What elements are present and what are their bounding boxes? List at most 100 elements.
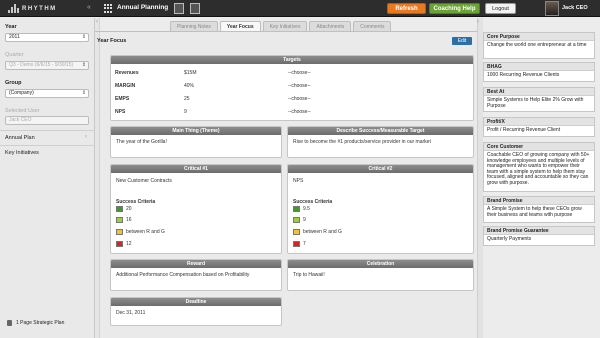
edit-button[interactable]: Edit xyxy=(452,37,472,45)
app-grid-icon[interactable] xyxy=(104,4,113,13)
success-criteria-title: Success Criteria xyxy=(293,199,333,205)
main-thing-header: Main Thing (Theme) xyxy=(111,127,281,135)
target-name: MARGIN xyxy=(115,83,136,89)
quarter-select: Q3 - Demo (6/6/15 - 9/30/15) ⇕ xyxy=(5,61,89,70)
criteria-row: between R and G xyxy=(116,229,165,235)
target-value: 9 xyxy=(184,109,187,115)
tab-key-initiatives[interactable]: Key Initiatives xyxy=(262,21,308,31)
divider xyxy=(0,145,95,146)
main-thing-box: Main Thing (Theme) The year of the Goril… xyxy=(110,126,282,158)
target-name: EMPS xyxy=(115,96,130,102)
red-status-icon xyxy=(293,241,300,247)
brand-promise-guarantee-card: Brand Promise Guarantee Quarterly Paymen… xyxy=(483,226,595,246)
target-choice[interactable]: --choose-- xyxy=(288,96,311,102)
success-text: Rise to become the #1 products/service p… xyxy=(293,139,431,145)
tab-divider xyxy=(95,31,477,32)
collapse-sidebar-icon[interactable]: « xyxy=(87,4,91,11)
edit-label: Edit xyxy=(457,38,467,44)
avatar[interactable] xyxy=(545,1,559,16)
criteria-value: 20 xyxy=(126,206,132,212)
card-text: Profit / Recurring Revenue Client xyxy=(487,127,561,133)
target-choice[interactable]: --choose-- xyxy=(288,70,311,76)
selected-user-select: Jack CEO xyxy=(5,116,89,125)
light-green-status-icon xyxy=(116,217,123,223)
key-initiatives-link[interactable]: Key Initiatives xyxy=(5,150,39,156)
collapse-right-icon[interactable]: › xyxy=(477,19,479,25)
criteria-value: 9.5 xyxy=(303,206,310,212)
target-value: $15M xyxy=(184,70,197,76)
card-text: A Simple System to help these CEOs grow … xyxy=(487,206,582,218)
card-title: BHAG xyxy=(484,63,594,71)
selected-user-label: Selected User xyxy=(5,108,40,114)
criteria-row: 9 xyxy=(293,217,306,223)
tab-year-focus[interactable]: Year Focus xyxy=(219,21,261,31)
criteria-row: 16 xyxy=(116,217,132,223)
tab-comments[interactable]: Comments xyxy=(353,21,392,31)
group-label: Group xyxy=(5,80,22,86)
top-bar: RHYTHM « Annual Planning Refresh Coachin… xyxy=(0,0,600,17)
core-customer-card: Core Customer Coachable CEO of growing c… xyxy=(483,142,595,192)
critical-2-header: Critical #2 xyxy=(288,165,473,173)
refresh-label: Refresh xyxy=(395,5,418,12)
quarter-label: Quarter xyxy=(5,52,24,58)
critical-1-name: New Customer Contracts xyxy=(116,178,172,184)
profit-x-card: Profit/X Profit / Recurring Revenue Clie… xyxy=(483,117,595,137)
logout-label: Logout xyxy=(492,5,509,12)
target-choice[interactable]: --choose-- xyxy=(288,109,311,115)
criteria-value: 9 xyxy=(303,217,306,223)
coaching-help-button[interactable]: Coaching Help xyxy=(429,3,480,14)
divider xyxy=(0,130,95,131)
green-status-icon xyxy=(293,206,300,212)
criteria-value: 16 xyxy=(126,217,132,223)
card-text: Quarterly Payments xyxy=(487,236,532,242)
reward-box: Reward Additional Performance Compensati… xyxy=(110,259,282,291)
section-title: Year Focus xyxy=(97,38,127,44)
target-value: 25 xyxy=(184,96,190,102)
green-status-icon xyxy=(116,206,123,212)
brand-promise-card: Brand Promise A Simple System to help th… xyxy=(483,196,595,223)
tab-attachments[interactable]: Attachments xyxy=(309,21,352,31)
target-choice[interactable]: --choose-- xyxy=(288,83,311,89)
logo-text: RHYTHM xyxy=(22,5,57,12)
document-icon[interactable] xyxy=(190,3,200,14)
logout-button[interactable]: Logout xyxy=(485,3,516,14)
tab-bar: Planning Notes Year Focus Key Initiative… xyxy=(170,21,392,31)
card-title: Brand Promise xyxy=(484,197,594,205)
bhag-card: BHAG 1000 Recurring Revenue Clients xyxy=(483,62,595,82)
criteria-row: 7 xyxy=(293,241,306,247)
critical-1-box: Critical #1 New Customer Contracts Succe… xyxy=(110,164,282,254)
left-sidebar: Year 2011 ⇕ Quarter Q3 - Demo (6/6/15 - 9… xyxy=(0,18,95,338)
copy-icon[interactable] xyxy=(174,3,184,14)
tab-planning-notes[interactable]: Planning Notes xyxy=(170,21,218,31)
year-label: Year xyxy=(5,24,17,30)
card-title: Best At xyxy=(484,88,594,96)
best-at-card: Best At Simple Systems to Help Elite 2% … xyxy=(483,87,595,112)
annual-plan-link[interactable]: Annual Plan xyxy=(5,135,35,141)
yellow-status-icon xyxy=(293,229,300,235)
group-value: (Company) xyxy=(9,90,34,96)
targets-box: Targets Revenues $15M --choose-- MARGIN 40%… xyxy=(110,55,474,121)
quarter-value: Q3 - Demo (6/6/15 - 9/30/15) xyxy=(9,62,74,68)
coaching-label: Coaching Help xyxy=(433,5,476,12)
card-text: 1000 Recurring Revenue Clients xyxy=(487,72,560,78)
scroll-up-icon[interactable]: ‹ xyxy=(96,19,98,25)
success-criteria-title: Success Criteria xyxy=(116,199,156,205)
card-text: Coachable CEO of growing company with 50… xyxy=(487,152,590,186)
card-text: Change the world one entrepreneur at a t… xyxy=(487,42,587,48)
chevron-updown-icon: ⇕ xyxy=(81,34,86,40)
criteria-row: 20 xyxy=(116,206,132,212)
celebration-header: Celebration xyxy=(288,260,473,268)
group-select[interactable]: (Company) ⇕ xyxy=(5,89,89,98)
card-title: Core Purpose xyxy=(484,33,594,41)
critical-2-box: Critical #2 NPS Success Criteria 9.5 9 b… xyxy=(287,164,474,254)
left-scrollbar[interactable] xyxy=(95,18,100,338)
year-select[interactable]: 2011 ⇕ xyxy=(5,33,89,42)
criteria-row: 12 xyxy=(116,241,132,247)
chevron-left-icon[interactable]: ‹ xyxy=(85,134,87,140)
critical-1-header: Critical #1 xyxy=(111,165,281,173)
user-name[interactable]: Jack CEO xyxy=(562,5,588,11)
strategic-plan-link[interactable]: 1 Page Strategic Plan xyxy=(16,320,64,326)
refresh-button[interactable]: Refresh xyxy=(387,3,426,14)
chevron-updown-icon: ⇕ xyxy=(81,90,86,96)
deadline-header: Deadline xyxy=(111,298,281,306)
